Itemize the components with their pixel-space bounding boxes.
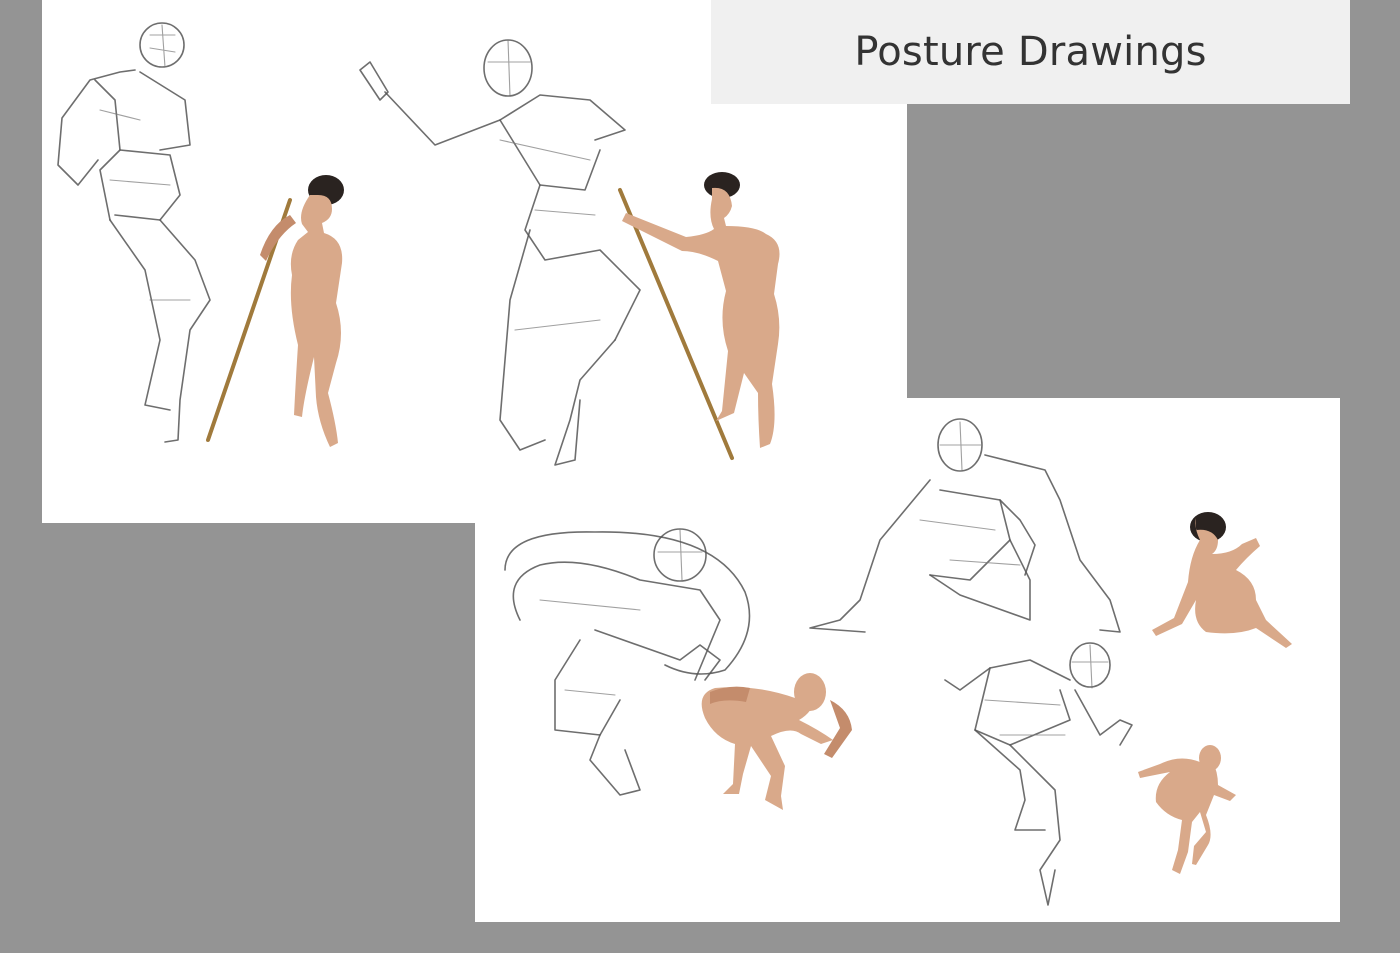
photo-man-crouch	[701, 673, 852, 810]
photo-woman-seated	[1152, 512, 1292, 648]
sketch-woman-seated	[809, 418, 1121, 633]
sketch-man-crouch	[504, 528, 751, 796]
photo-woman-staff-1	[206, 175, 344, 447]
sketch-man-lunge	[944, 642, 1133, 906]
photo-woman-staff-2	[618, 172, 780, 460]
sketch-woman-staff-1	[57, 22, 211, 443]
sketch-woman-staff-2	[359, 39, 641, 466]
drawings-layer	[57, 22, 1292, 906]
photo-man-lunge	[1138, 745, 1236, 874]
